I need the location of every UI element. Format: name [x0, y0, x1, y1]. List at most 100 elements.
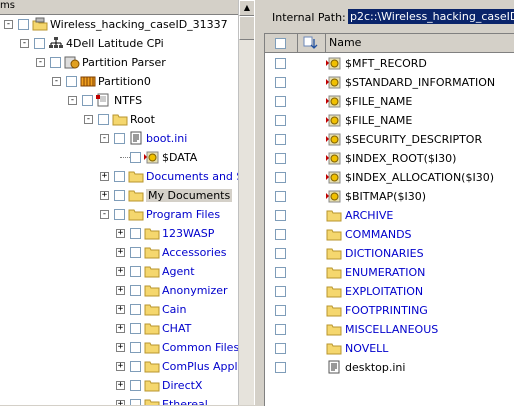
tree-node[interactable]: $DATA: [0, 148, 238, 167]
list-item-checkbox[interactable]: [275, 343, 286, 354]
list-item-checkbox[interactable]: [275, 58, 286, 69]
list-item[interactable]: $INDEX_ALLOCATION($I30): [265, 168, 514, 187]
tree-node-checkbox[interactable]: [114, 133, 125, 144]
list-item-checkbox[interactable]: [275, 362, 286, 373]
expand-toggle-icon[interactable]: +: [116, 248, 125, 257]
tree-node-checkbox[interactable]: [130, 152, 141, 163]
tree-node[interactable]: - boot.ini: [0, 129, 238, 148]
tree-node[interactable]: + ComPlus Applicatio: [0, 357, 238, 376]
tree-node-checkbox[interactable]: [114, 190, 125, 201]
tree-node-checkbox[interactable]: [130, 266, 141, 277]
list-item[interactable]: $MFT_RECORD: [265, 54, 514, 73]
tree-node-checkbox[interactable]: [114, 171, 125, 182]
list-item[interactable]: $STANDARD_INFORMATION: [265, 73, 514, 92]
scroll-thumb[interactable]: [239, 16, 255, 40]
tree-node-checkbox[interactable]: [66, 76, 77, 87]
tree-node-checkbox[interactable]: [130, 380, 141, 391]
list-item-checkbox[interactable]: [275, 210, 286, 221]
list-item-checkbox[interactable]: [275, 134, 286, 145]
tree-node[interactable]: + Anonymizer: [0, 281, 238, 300]
tree-node-checkbox[interactable]: [130, 342, 141, 353]
tree-node-checkbox[interactable]: [130, 399, 141, 405]
list-item[interactable]: DICTIONARIES: [265, 244, 514, 263]
tree-node[interactable]: + My Documents: [0, 186, 238, 205]
tree-node-checkbox[interactable]: [98, 114, 109, 125]
internal-path-field[interactable]: p2c::\Wireless_hacking_caseID_31: [348, 9, 514, 24]
sort-column-header[interactable]: [298, 34, 326, 52]
list-item-checkbox[interactable]: [275, 172, 286, 183]
tree-node[interactable]: - Program Files: [0, 205, 238, 224]
tree-node-checkbox[interactable]: [18, 19, 29, 30]
tree-node[interactable]: + Accessories: [0, 243, 238, 262]
tree-node[interactable]: - Partition0: [0, 72, 238, 91]
tree-node-checkbox[interactable]: [114, 209, 125, 220]
tree-node-checkbox[interactable]: [130, 323, 141, 334]
list-item[interactable]: NOVELL: [265, 339, 514, 358]
list-item[interactable]: desktop.ini: [265, 358, 514, 377]
tree-node[interactable]: + Cain: [0, 300, 238, 319]
tree-node-checkbox[interactable]: [130, 361, 141, 372]
list-item[interactable]: $SECURITY_DESCRIPTOR: [265, 130, 514, 149]
list-item-checkbox[interactable]: [275, 229, 286, 240]
tree-node[interactable]: - Partition Parser: [0, 53, 238, 72]
expand-toggle-icon[interactable]: +: [100, 191, 109, 200]
list-item[interactable]: $FILE_NAME: [265, 111, 514, 130]
list-item-checkbox[interactable]: [275, 115, 286, 126]
list-item[interactable]: ENUMERATION: [265, 263, 514, 282]
list-item[interactable]: ARCHIVE: [265, 206, 514, 225]
tree-node[interactable]: + Documents and Setti: [0, 167, 238, 186]
tree-node-checkbox[interactable]: [82, 95, 93, 106]
list-item[interactable]: FOOTPRINTING: [265, 301, 514, 320]
expand-toggle-icon[interactable]: +: [116, 305, 125, 314]
tree-node-checkbox[interactable]: [130, 285, 141, 296]
checkbox-column-header[interactable]: [265, 34, 298, 52]
list-item[interactable]: $INDEX_ROOT($I30): [265, 149, 514, 168]
list-item-checkbox[interactable]: [275, 77, 286, 88]
tree-node-checkbox[interactable]: [130, 228, 141, 239]
tree-node-checkbox[interactable]: [34, 38, 45, 49]
collapse-toggle-icon[interactable]: -: [4, 20, 13, 29]
tree-node[interactable]: + Common Files: [0, 338, 238, 357]
expand-toggle-icon[interactable]: +: [116, 267, 125, 276]
tree-node[interactable]: + Ethereal: [0, 395, 238, 405]
collapse-toggle-icon[interactable]: -: [100, 210, 109, 219]
list-item-checkbox[interactable]: [275, 286, 286, 297]
tree-node[interactable]: + DirectX: [0, 376, 238, 395]
list-item[interactable]: $FILE_NAME: [265, 92, 514, 111]
list-item-checkbox[interactable]: [275, 248, 286, 259]
list-item[interactable]: MISCELLANEOUS: [265, 320, 514, 339]
tree-scrollbar[interactable]: ▲: [238, 0, 255, 405]
collapse-toggle-icon[interactable]: -: [84, 115, 93, 124]
expand-toggle-icon[interactable]: +: [116, 286, 125, 295]
tree-node-checkbox[interactable]: [130, 247, 141, 258]
list-item[interactable]: EXPLOITATION: [265, 282, 514, 301]
scroll-up-arrow-icon[interactable]: ▲: [239, 0, 255, 16]
tree-node[interactable]: - Root: [0, 110, 238, 129]
expand-toggle-icon[interactable]: +: [116, 400, 125, 405]
tree-node[interactable]: - 4Dell Latitude CPi: [0, 34, 238, 53]
name-column-header[interactable]: Name: [329, 36, 361, 49]
collapse-toggle-icon[interactable]: -: [100, 134, 109, 143]
list-item-checkbox[interactable]: [275, 191, 286, 202]
list-item-checkbox[interactable]: [275, 305, 286, 316]
list-item[interactable]: $BITMAP($I30): [265, 187, 514, 206]
tree-node[interactable]: + Agent: [0, 262, 238, 281]
tree-node[interactable]: - NTFS: [0, 91, 238, 110]
collapse-toggle-icon[interactable]: -: [20, 39, 29, 48]
tree-node[interactable]: +123WASP: [0, 224, 238, 243]
collapse-toggle-icon[interactable]: -: [52, 77, 61, 86]
select-all-checkbox[interactable]: [275, 38, 286, 49]
expand-toggle-icon[interactable]: +: [116, 381, 125, 390]
list-item-checkbox[interactable]: [275, 96, 286, 107]
list-item[interactable]: COMMANDS: [265, 225, 514, 244]
expand-toggle-icon[interactable]: +: [116, 343, 125, 352]
collapse-toggle-icon[interactable]: -: [68, 96, 77, 105]
expand-toggle-icon[interactable]: +: [100, 172, 109, 181]
tree-node-checkbox[interactable]: [50, 57, 61, 68]
expand-toggle-icon[interactable]: +: [116, 362, 125, 371]
tree-node[interactable]: - Wireless_hacking_caseID_31337: [0, 15, 238, 34]
tree-node[interactable]: + CHAT: [0, 319, 238, 338]
expand-toggle-icon[interactable]: +: [116, 229, 125, 238]
list-item-checkbox[interactable]: [275, 324, 286, 335]
collapse-toggle-icon[interactable]: -: [36, 58, 45, 67]
